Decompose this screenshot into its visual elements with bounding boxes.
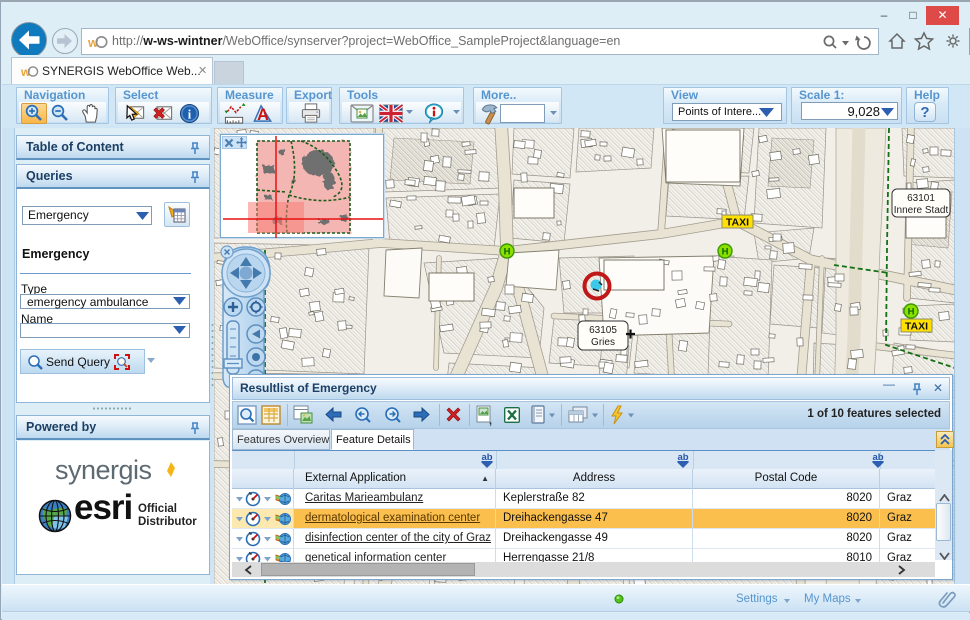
svg-text:63105: 63105 xyxy=(589,325,617,336)
svg-text:i: i xyxy=(188,107,192,121)
svg-text:w: w xyxy=(21,65,31,79)
svg-text:ab: ab xyxy=(677,452,688,463)
svg-text:TAXI: TAXI xyxy=(905,321,928,333)
svg-text:ab: ab xyxy=(481,452,492,463)
svg-text:H: H xyxy=(908,307,915,318)
svg-text:A: A xyxy=(257,106,269,124)
svg-text:H: H xyxy=(504,247,511,258)
svg-text:w: w xyxy=(88,35,99,50)
svg-text:TAXI: TAXI xyxy=(726,217,749,229)
svg-text:,: , xyxy=(489,415,492,426)
svg-text:Innere Stadt: Innere Stadt xyxy=(894,205,949,216)
svg-text:Gries: Gries xyxy=(591,337,615,348)
svg-text:ab: ab xyxy=(872,452,883,463)
svg-text:63101: 63101 xyxy=(907,193,935,204)
svg-text:H: H xyxy=(722,247,729,258)
